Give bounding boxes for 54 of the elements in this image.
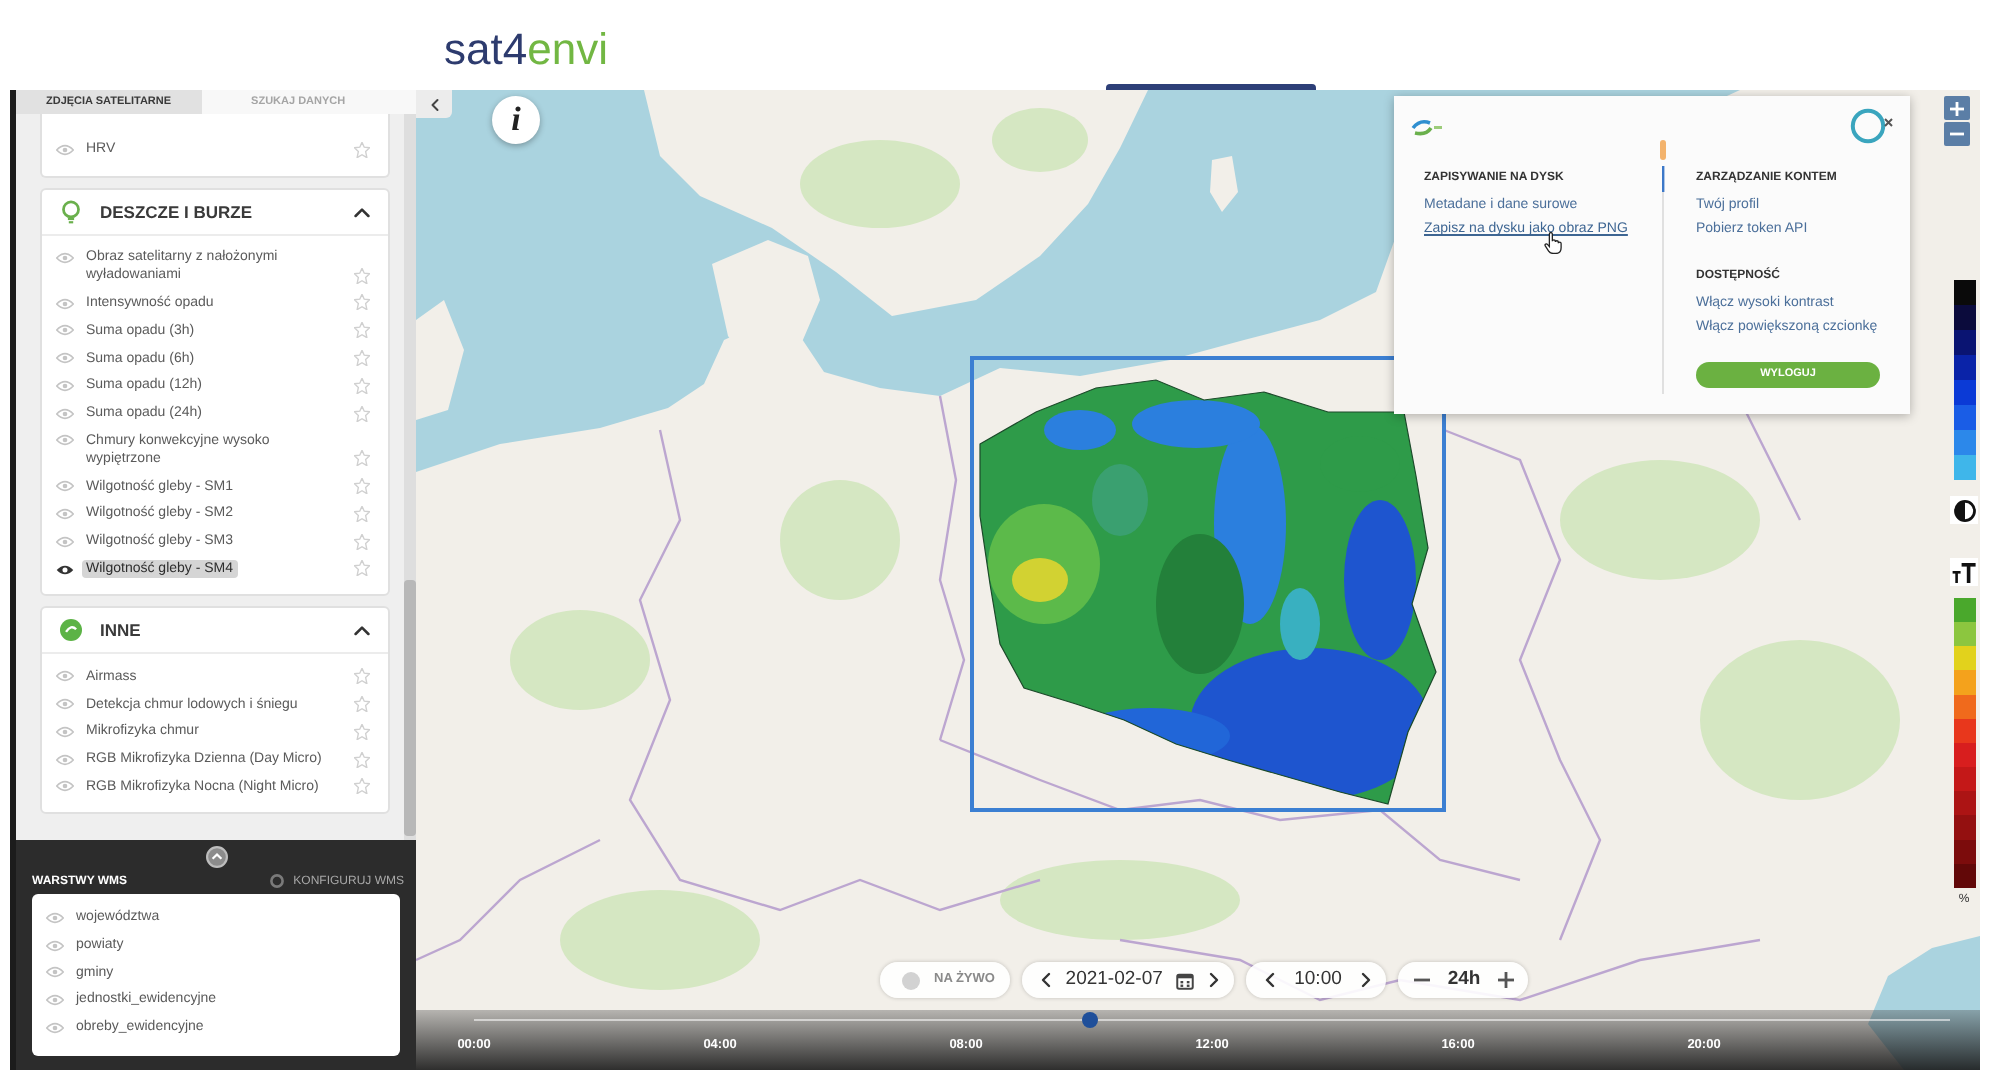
star-icon[interactable] xyxy=(354,450,370,467)
chevron-left-icon xyxy=(429,97,439,111)
chevron-left-icon[interactable] xyxy=(1264,972,1276,988)
contrast-icon xyxy=(1953,499,1975,521)
minus-icon[interactable] xyxy=(1414,978,1430,982)
star-icon[interactable] xyxy=(354,377,370,394)
disc-icon xyxy=(60,618,82,643)
group-title: DESZCZE I BURZE xyxy=(100,201,255,222)
star-icon[interactable] xyxy=(354,141,370,158)
star-icon[interactable] xyxy=(354,267,370,284)
star-icon[interactable] xyxy=(354,294,370,311)
star-icon[interactable] xyxy=(354,560,370,577)
star-icon[interactable] xyxy=(354,478,370,495)
zoom-out-button[interactable] xyxy=(1944,122,1970,146)
star-icon[interactable] xyxy=(354,696,370,713)
chevron-right-icon[interactable] xyxy=(1360,972,1372,988)
hand-cursor-icon xyxy=(1544,232,1562,254)
star-icon[interactable] xyxy=(354,723,370,740)
star-icon[interactable] xyxy=(354,751,370,768)
scrollbar-track[interactable] xyxy=(404,114,416,840)
calendar-icon[interactable] xyxy=(1176,971,1195,989)
chevron-up-icon[interactable] xyxy=(354,205,370,218)
text-size-button[interactable] xyxy=(1950,558,1978,586)
panel-toggle-handle[interactable] xyxy=(1106,84,1316,90)
collapse-handle-icon[interactable] xyxy=(205,846,227,868)
scrollbar-thumb[interactable] xyxy=(404,580,416,836)
collapse-sidebar-button[interactable] xyxy=(416,90,452,118)
plus-icon xyxy=(1950,101,1964,115)
eye-icon[interactable] xyxy=(56,563,74,576)
star-icon[interactable] xyxy=(354,505,370,522)
star-icon[interactable] xyxy=(354,405,370,422)
zoom-in-button[interactable] xyxy=(1944,96,1970,120)
star-icon[interactable] xyxy=(354,350,370,367)
divider-marker-icon xyxy=(1658,140,1668,192)
chevron-right-icon[interactable] xyxy=(1208,972,1220,988)
logo-icon xyxy=(1410,117,1442,135)
star-icon[interactable] xyxy=(354,668,370,685)
range-value: 24h xyxy=(1447,968,1481,992)
chevron-up-icon[interactable] xyxy=(354,624,370,637)
lightbulb-icon xyxy=(60,199,82,224)
plus-icon[interactable] xyxy=(1498,972,1514,988)
text-size-icon xyxy=(1952,561,1976,583)
contrast-button[interactable] xyxy=(1950,496,1978,524)
star-icon[interactable] xyxy=(354,533,370,550)
star-icon[interactable] xyxy=(354,322,370,339)
group-title: INNE xyxy=(100,620,143,641)
app-logo: sat4envi xyxy=(444,23,608,75)
close-icon[interactable] xyxy=(1850,108,1894,144)
chevron-left-icon[interactable] xyxy=(1040,972,1052,988)
time-value: 10:00 xyxy=(1294,968,1342,992)
minus-icon xyxy=(1950,132,1964,136)
star-icon[interactable] xyxy=(354,778,370,795)
date-value: 2021-02-07 xyxy=(1065,968,1163,992)
ring-icon xyxy=(269,874,284,888)
